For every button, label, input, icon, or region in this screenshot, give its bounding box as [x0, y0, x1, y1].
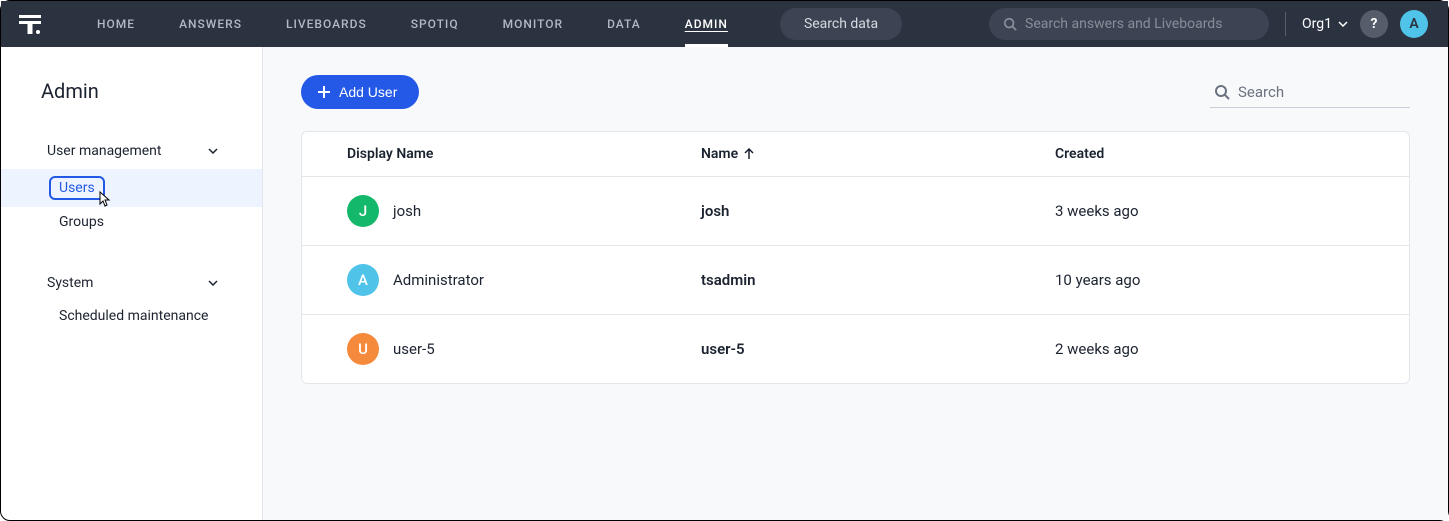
display-name-value: Administrator: [393, 271, 484, 289]
display-name-cell: A Administrator: [347, 264, 701, 296]
top-navigation: HOME ANSWERS LIVEBOARDS SPOTIQ MONITOR D…: [1, 1, 1448, 47]
chevron-down-icon: [208, 280, 218, 286]
user-search[interactable]: Search: [1210, 77, 1410, 108]
add-user-button[interactable]: Add User: [301, 75, 419, 109]
sidebar-item-label: Users: [59, 180, 95, 196]
column-created[interactable]: Created: [1055, 146, 1409, 162]
search-icon: [1214, 84, 1230, 100]
name-value: tsadmin: [701, 271, 1055, 289]
sidebar-section-label: System: [47, 275, 93, 291]
display-name-value: user-5: [393, 340, 435, 358]
nav-admin[interactable]: ADMIN: [663, 1, 750, 47]
created-value: 10 years ago: [1055, 271, 1409, 289]
topbar-divider: [1285, 12, 1286, 36]
nav-data[interactable]: DATA: [585, 1, 663, 47]
cursor-icon: [97, 190, 113, 208]
row-avatar: A: [347, 264, 379, 296]
sidebar-item-groups[interactable]: Groups: [1, 207, 262, 237]
row-avatar: U: [347, 333, 379, 365]
row-avatar: J: [347, 195, 379, 227]
content-area: Add User Search Display Name Name Create…: [263, 47, 1448, 520]
nav-spotiq[interactable]: SPOTIQ: [389, 1, 481, 47]
org-selector[interactable]: Org1: [1302, 16, 1348, 32]
sidebar-item-users[interactable]: Users: [1, 169, 262, 207]
admin-sidebar: Admin User management Users Groups Syste…: [1, 47, 263, 520]
name-value: user-5: [701, 340, 1055, 358]
nav-home[interactable]: HOME: [75, 1, 157, 47]
user-search-placeholder: Search: [1238, 83, 1284, 101]
page-title: Admin: [1, 79, 262, 133]
search-icon: [1003, 17, 1017, 31]
chevron-down-icon: [1338, 21, 1348, 27]
user-avatar[interactable]: A: [1400, 10, 1428, 38]
display-name-value: josh: [393, 202, 421, 220]
search-data-button[interactable]: Search data: [780, 8, 902, 40]
users-table: Display Name Name Created Jjoshjosh3 wee…: [301, 131, 1410, 384]
chevron-down-icon: [208, 148, 218, 154]
created-value: 3 weeks ago: [1055, 202, 1409, 220]
nav-monitor[interactable]: MONITOR: [481, 1, 585, 47]
topbar-right: Search answers and Liveboards Org1 ? A: [989, 8, 1428, 40]
app-logo[interactable]: [15, 13, 45, 35]
org-label: Org1: [1302, 16, 1332, 32]
sidebar-section-user-management[interactable]: User management: [1, 133, 262, 169]
nav-liveboards[interactable]: LIVEBOARDS: [264, 1, 389, 47]
content-header: Add User Search: [301, 75, 1410, 109]
column-display-name[interactable]: Display Name: [347, 146, 701, 162]
plus-icon: [317, 85, 331, 99]
nav-answers[interactable]: ANSWERS: [157, 1, 264, 47]
table-row[interactable]: Jjoshjosh3 weeks ago: [302, 176, 1409, 245]
column-name[interactable]: Name: [701, 146, 1055, 162]
table-row[interactable]: Uuser-5user-52 weeks ago: [302, 314, 1409, 383]
table-header: Display Name Name Created: [302, 132, 1409, 176]
global-search-placeholder: Search answers and Liveboards: [1025, 16, 1222, 32]
created-value: 2 weeks ago: [1055, 340, 1409, 358]
display-name-cell: Jjosh: [347, 195, 701, 227]
table-row[interactable]: A Administrator tsadmin10 years ago: [302, 245, 1409, 314]
sort-ascending-icon: [744, 148, 754, 160]
name-value: josh: [701, 202, 1055, 220]
sidebar-section-system[interactable]: System: [1, 265, 262, 301]
display-name-cell: Uuser-5: [347, 333, 701, 365]
main-layout: Admin User management Users Groups Syste…: [1, 47, 1448, 520]
global-search[interactable]: Search answers and Liveboards: [989, 8, 1269, 40]
sidebar-item-scheduled-maintenance[interactable]: Scheduled maintenance: [1, 301, 262, 331]
add-user-label: Add User: [339, 84, 397, 100]
nav-items: HOME ANSWERS LIVEBOARDS SPOTIQ MONITOR D…: [75, 1, 750, 47]
sidebar-section-label: User management: [47, 143, 161, 159]
help-button[interactable]: ?: [1360, 10, 1388, 38]
